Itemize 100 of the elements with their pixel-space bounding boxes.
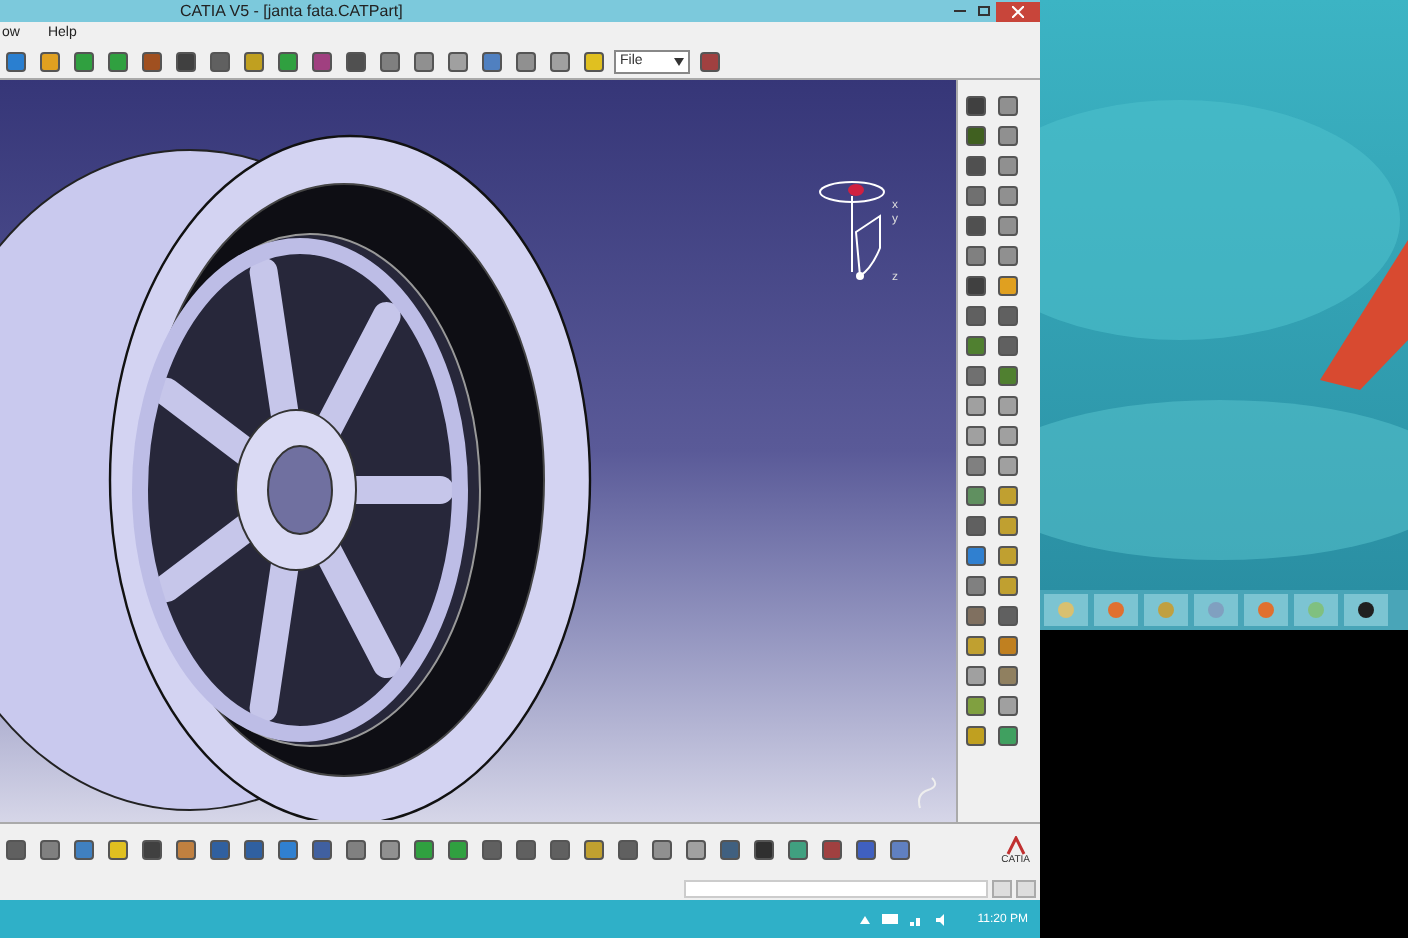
toolbar-button[interactable] (308, 836, 336, 864)
toolbar-button[interactable] (376, 836, 404, 864)
toolbar-button[interactable] (994, 542, 1022, 570)
toolbar-button[interactable] (342, 47, 370, 75)
toolbar-button[interactable] (962, 332, 990, 360)
toolbar-button[interactable] (994, 452, 1022, 480)
toolbar-button[interactable] (342, 836, 370, 864)
speaker-icon[interactable] (935, 913, 950, 925)
toolbar-button[interactable] (696, 47, 724, 75)
toolbar-button[interactable] (994, 182, 1022, 210)
signal-icon[interactable] (909, 913, 924, 925)
toolbar-button[interactable] (994, 662, 1022, 690)
toolbar-button[interactable] (784, 836, 812, 864)
toolbar-button[interactable] (716, 836, 744, 864)
toolbar-button[interactable] (104, 47, 132, 75)
toolbar-button[interactable] (962, 452, 990, 480)
toolbar-button[interactable] (994, 92, 1022, 120)
toolbar-button[interactable] (274, 47, 302, 75)
toolbar-button[interactable] (994, 332, 1022, 360)
toolbar-button[interactable] (818, 836, 846, 864)
toolbar-button[interactable] (962, 692, 990, 720)
toolbar-button[interactable] (274, 836, 302, 864)
toolbar-button[interactable] (36, 47, 64, 75)
toolbar-button[interactable] (962, 242, 990, 270)
toolbar-button[interactable] (994, 602, 1022, 630)
toolbar-button[interactable] (994, 212, 1022, 240)
toolbar-button[interactable] (962, 122, 990, 150)
toolbar-button[interactable] (962, 602, 990, 630)
toolbar-button[interactable] (962, 632, 990, 660)
caret-icon[interactable] (859, 915, 870, 923)
toolbar-button[interactable] (2, 47, 30, 75)
toolbar-button[interactable] (512, 836, 540, 864)
toolbar-button[interactable] (994, 512, 1022, 540)
toolbar-button[interactable] (962, 482, 990, 510)
toolbar-button[interactable] (962, 542, 990, 570)
toolbar-button[interactable] (546, 836, 574, 864)
toolbar-button[interactable] (240, 47, 268, 75)
toolbar-button[interactable] (206, 836, 234, 864)
toolbar-button[interactable] (478, 836, 506, 864)
toolbar-button[interactable] (750, 836, 778, 864)
toolbar-button[interactable] (308, 47, 336, 75)
toolbar-button[interactable] (580, 47, 608, 75)
toolbar-button[interactable] (172, 836, 200, 864)
toolbar-button[interactable] (994, 122, 1022, 150)
toolbar-button[interactable] (994, 572, 1022, 600)
toolbar-button[interactable] (240, 836, 268, 864)
toolbar-button[interactable] (962, 92, 990, 120)
toolbar-button[interactable] (962, 512, 990, 540)
window-title: CATIA V5 - [janta fata.CATPart] (180, 3, 403, 19)
toolbar-button[interactable] (648, 836, 676, 864)
toolbar-button[interactable] (206, 47, 234, 75)
toolbar-button[interactable] (962, 392, 990, 420)
toolbar-button[interactable] (994, 272, 1022, 300)
toolbar-button[interactable] (376, 47, 404, 75)
toolbar-button[interactable] (962, 182, 990, 210)
toolbar-button[interactable] (994, 722, 1022, 750)
toolbar-button[interactable] (682, 836, 710, 864)
toolbar-button[interactable] (580, 836, 608, 864)
network-icon[interactable] (881, 913, 898, 925)
caret-icon (674, 57, 684, 65)
toolbar-button[interactable] (104, 836, 132, 864)
toolbar-button[interactable] (36, 836, 64, 864)
toolbar-button[interactable] (546, 47, 574, 75)
toolbar-button[interactable] (2, 836, 30, 864)
toolbar-button[interactable] (994, 242, 1022, 270)
toolbar-button[interactable] (512, 47, 540, 75)
toolbar-button[interactable] (994, 392, 1022, 420)
toolbar-button[interactable] (994, 482, 1022, 510)
toolbar-button[interactable] (614, 836, 642, 864)
toolbar-button[interactable] (962, 152, 990, 180)
toolbar-button[interactable] (994, 152, 1022, 180)
maximize-button[interactable] (972, 1, 996, 21)
toolbar-button[interactable] (444, 47, 472, 75)
toolbar-button[interactable] (994, 632, 1022, 660)
toolbar-button[interactable] (70, 47, 98, 75)
toolbar-button[interactable] (994, 302, 1022, 330)
toolbar-button[interactable] (478, 47, 506, 75)
toolbar-button[interactable] (410, 836, 438, 864)
toolbar-button[interactable] (962, 572, 990, 600)
command-field[interactable] (684, 879, 988, 897)
toolbar-button[interactable] (994, 692, 1022, 720)
toolbar-button[interactable] (138, 47, 166, 75)
toolbar-button[interactable] (962, 212, 990, 240)
toolbar-button[interactable] (962, 422, 990, 450)
toolbar-button[interactable] (852, 836, 880, 864)
toolbar-button[interactable] (172, 47, 200, 75)
toolbar-button[interactable] (962, 302, 990, 330)
toolbar-button[interactable] (994, 422, 1022, 450)
toolbar-button[interactable] (444, 836, 472, 864)
toolbar-button[interactable] (962, 722, 990, 750)
taskbar-button[interactable] (1344, 594, 1388, 626)
toolbar-button[interactable] (138, 836, 166, 864)
toolbar-button[interactable] (962, 662, 990, 690)
toolbar-button[interactable] (962, 272, 990, 300)
toolbar-button[interactable] (962, 362, 990, 390)
toolbar-button[interactable] (994, 362, 1022, 390)
close-button[interactable] (996, 1, 1040, 21)
toolbar-button[interactable] (410, 47, 438, 75)
toolbar-button[interactable] (886, 836, 914, 864)
toolbar-button[interactable] (70, 836, 98, 864)
